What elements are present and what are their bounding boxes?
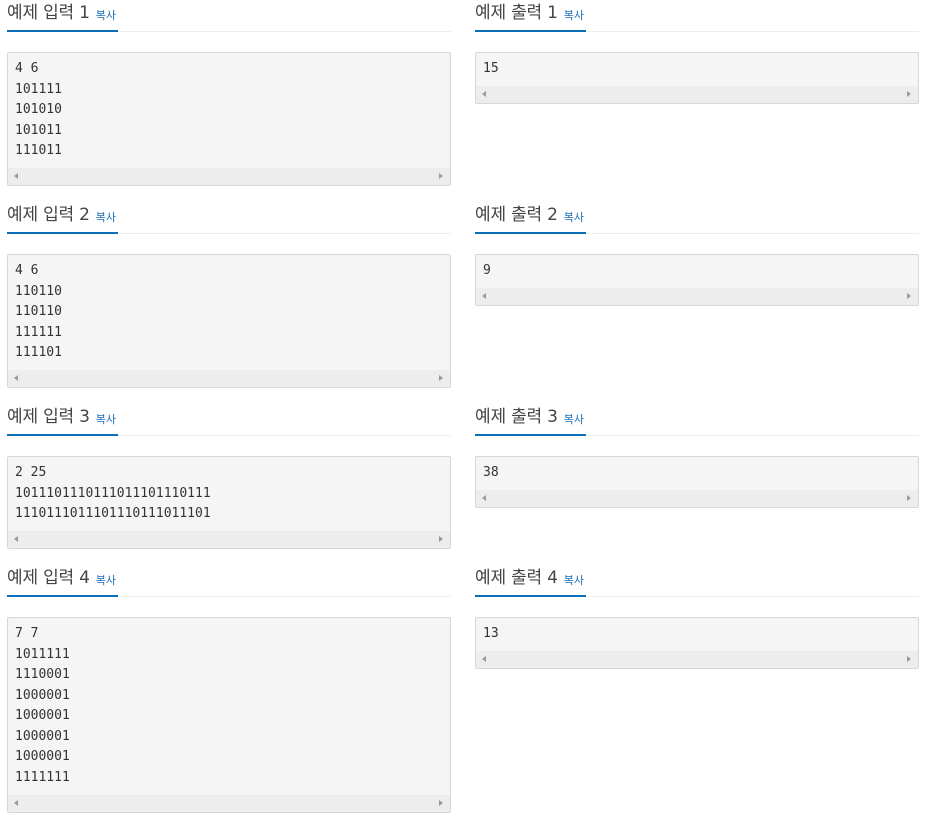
sample-output-2-title: 예제 출력 2 [475,205,558,225]
scroll-right-arrow-icon[interactable] [907,656,911,662]
horizontal-scrollbar[interactable] [476,86,918,103]
sample-input-1-title-wrap: 예제 입력 1 복사 [7,0,118,32]
sample-output-3-title-wrap: 예제 출력 3 복사 [475,404,586,436]
sample-input-1-headline: 예제 입력 1 복사 [7,0,451,32]
sample-output-2-headline: 예제 출력 2 복사 [475,202,919,234]
sample-input-3-box: 2 25 1011101110111011101110111 111011101… [7,456,451,549]
sample-input-1-title: 예제 입력 1 [7,3,90,23]
horizontal-scrollbar[interactable] [476,651,918,668]
sample-output-3-text: 38 [483,465,499,480]
sample-input-1-text: 4 6 101111 101010 101011 111011 [15,61,62,158]
sample-input-2-headline: 예제 입력 2 복사 [7,202,451,234]
scroll-left-arrow-icon[interactable] [482,91,486,97]
horizontal-scrollbar[interactable] [476,490,918,507]
sample-input-3-section: 예제 입력 3 복사 2 25 101110111011101110111011… [7,404,451,549]
sample-output-1-section: 예제 출력 1 복사 15 [475,0,919,104]
sample-input-3-headline: 예제 입력 3 복사 [7,404,451,436]
scroll-right-arrow-icon[interactable] [907,293,911,299]
sample-input-3-title-wrap: 예제 입력 3 복사 [7,404,118,436]
sample-output-1-title: 예제 출력 1 [475,3,558,23]
sample-output-4-box: 13 [475,617,919,669]
sample-input-4-box: 7 7 1011111 1110001 1000001 1000001 1000… [7,617,451,813]
horizontal-scrollbar[interactable] [8,795,450,812]
sample-input-2-box: 4 6 110110 110110 111111 111101 [7,254,451,388]
sample-input-4-headline: 예제 입력 4 복사 [7,565,451,597]
sample-output-4-title-wrap: 예제 출력 4 복사 [475,565,586,597]
scroll-right-arrow-icon[interactable] [907,91,911,97]
sample-input-4-text: 7 7 1011111 1110001 1000001 1000001 1000… [15,626,70,785]
copy-button-output-2[interactable]: 복사 [564,202,584,230]
sample-output-1-text: 15 [483,61,499,76]
sample-output-4-title: 예제 출력 4 [475,568,558,588]
scroll-right-arrow-icon[interactable] [439,375,443,381]
sample-output-2-title-wrap: 예제 출력 2 복사 [475,202,586,234]
scroll-left-arrow-icon[interactable] [482,656,486,662]
sample-input-2-text: 4 6 110110 110110 111111 111101 [15,263,62,360]
sample-output-3-box: 38 [475,456,919,508]
sample-output-1-title-wrap: 예제 출력 1 복사 [475,0,586,32]
copy-button-input-2[interactable]: 복사 [96,202,116,230]
sample-output-3-section: 예제 출력 3 복사 38 [475,404,919,508]
copy-button-input-3[interactable]: 복사 [96,404,116,432]
copy-button-output-1[interactable]: 복사 [564,0,584,28]
sample-output-1-headline: 예제 출력 1 복사 [475,0,919,32]
sample-input-4-section: 예제 입력 4 복사 7 7 1011111 1110001 1000001 1… [7,565,451,813]
sample-input-2-title-wrap: 예제 입력 2 복사 [7,202,118,234]
scroll-left-arrow-icon[interactable] [14,536,18,542]
sample-output-4-section: 예제 출력 4 복사 13 [475,565,919,669]
scroll-left-arrow-icon[interactable] [14,375,18,381]
copy-button-input-4[interactable]: 복사 [96,565,116,593]
copy-button-input-1[interactable]: 복사 [96,0,116,28]
copy-button-output-4[interactable]: 복사 [564,565,584,593]
sample-input-1-box: 4 6 101111 101010 101011 111011 [7,52,451,186]
sample-input-2-section: 예제 입력 2 복사 4 6 110110 110110 111111 1111… [7,202,451,388]
sample-output-4-headline: 예제 출력 4 복사 [475,565,919,597]
scroll-right-arrow-icon[interactable] [439,536,443,542]
horizontal-scrollbar[interactable] [8,531,450,548]
scroll-left-arrow-icon[interactable] [482,293,486,299]
scroll-left-arrow-icon[interactable] [482,495,486,501]
scroll-right-arrow-icon[interactable] [439,800,443,806]
scroll-left-arrow-icon[interactable] [14,800,18,806]
sample-input-4-title-wrap: 예제 입력 4 복사 [7,565,118,597]
sample-output-2-text: 9 [483,263,491,278]
sample-output-3-headline: 예제 출력 3 복사 [475,404,919,436]
sample-input-3-text: 2 25 1011101110111011101110111 111011101… [15,465,211,521]
scroll-right-arrow-icon[interactable] [907,495,911,501]
sample-output-3-title: 예제 출력 3 [475,407,558,427]
sample-output-2-box: 9 [475,254,919,306]
horizontal-scrollbar[interactable] [8,370,450,387]
sample-output-1-box: 15 [475,52,919,104]
sample-input-2-title: 예제 입력 2 [7,205,90,225]
horizontal-scrollbar[interactable] [8,168,450,185]
sample-input-1-section: 예제 입력 1 복사 4 6 101111 101010 101011 1110… [7,0,451,186]
sample-input-4-title: 예제 입력 4 [7,568,90,588]
horizontal-scrollbar[interactable] [476,288,918,305]
sample-output-2-section: 예제 출력 2 복사 9 [475,202,919,306]
scroll-left-arrow-icon[interactable] [14,173,18,179]
copy-button-output-3[interactable]: 복사 [564,404,584,432]
sample-input-3-title: 예제 입력 3 [7,407,90,427]
scroll-right-arrow-icon[interactable] [439,173,443,179]
sample-output-4-text: 13 [483,626,499,641]
